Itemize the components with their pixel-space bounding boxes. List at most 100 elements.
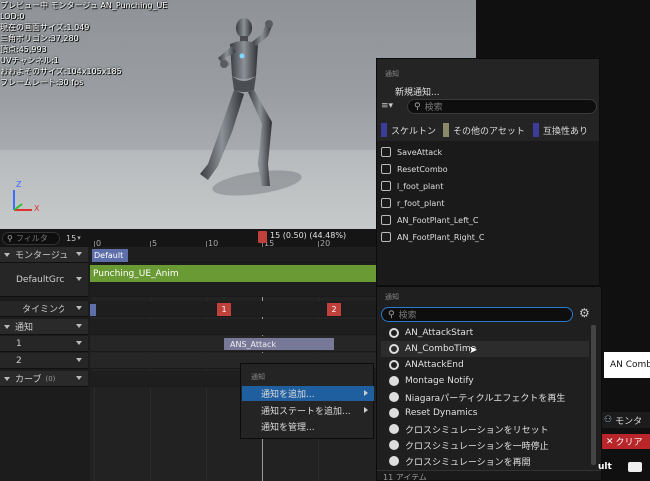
blueprint-notify-icon <box>389 328 399 338</box>
submenu-item[interactable]: Niagaraパーティクルエフェクトを再生 <box>381 389 589 405</box>
notify-list-item[interactable]: SaveAttack <box>381 143 597 161</box>
frame-field[interactable]: 15 <box>66 234 76 243</box>
notify-list-item[interactable]: AN_FootPlant_Right_C <box>381 228 597 246</box>
search-icon: ⚲ <box>388 309 395 320</box>
notify-list-item[interactable]: l_foot_plant <box>381 177 597 195</box>
menu-item-manage-notifies[interactable]: 通知を管理... <box>242 419 374 434</box>
submenu-item[interactable]: AN_ComboTime ➤ <box>381 341 589 357</box>
submenu-item-label: AN_AttackStart <box>405 328 474 338</box>
submenu-item[interactable]: ANAttackEnd <box>381 357 589 373</box>
submenu-item-label: クロスシミュレーションをリセット <box>405 425 549 436</box>
track-label: カーブ <box>15 375 42 385</box>
timing-marker[interactable]: 2 <box>327 303 341 316</box>
filter-other-assets[interactable]: その他のアセット <box>443 123 525 137</box>
submenu-footer: 11 アイテム <box>377 470 601 480</box>
native-notify-icon <box>389 424 399 434</box>
native-notify-icon <box>389 456 399 466</box>
blueprint-notify-icon <box>389 344 399 354</box>
track-options-icon[interactable] <box>76 324 82 328</box>
track-notify-2[interactable]: 2 <box>0 353 88 369</box>
search-placeholder: 検索 <box>424 103 443 113</box>
notify-list-item[interactable]: ResetCombo <box>381 160 597 178</box>
track-curves[interactable]: カーブ (0) <box>0 371 88 387</box>
notify-state-label: ANS_Attack <box>230 339 277 349</box>
notify-item-label: l_foot_plant <box>397 181 444 191</box>
notify-item-label: AN_FootPlant_Left_C <box>397 215 479 225</box>
track-notifies[interactable]: 通知 <box>0 319 88 335</box>
submenu-item-label: クロスシミュレーションを再開 <box>405 457 531 468</box>
track-default-group[interactable]: DefaultGrc <box>0 263 88 297</box>
notify-icon <box>381 164 391 174</box>
clear-button[interactable]: ✕ クリア <box>602 434 650 449</box>
clear-icon: ✕ <box>606 436 614 447</box>
submenu-item[interactable]: Reset Dynamics <box>381 405 589 421</box>
expand-icon[interactable] <box>4 324 10 329</box>
submenu-scrollbar[interactable] <box>591 325 596 465</box>
menu-item-add-notify-state[interactable]: 通知ステートを追加... <box>242 403 374 418</box>
submenu-item[interactable]: クロスシミュレーションを再開 <box>381 453 589 469</box>
expand-icon[interactable] <box>4 376 10 381</box>
frame-field-dropdown-icon[interactable]: ▾ <box>77 234 81 242</box>
notify-icon <box>381 181 391 191</box>
track-label: 1 <box>16 338 22 349</box>
notify-search-input[interactable]: ⚲ 検索 <box>407 99 597 114</box>
blueprint-notify-icon <box>389 360 399 370</box>
track-options-icon[interactable] <box>76 376 82 380</box>
slot-anim-segment[interactable]: Punching_UE_Anim <box>90 265 376 282</box>
track-options-icon[interactable] <box>76 306 82 310</box>
track-notify-1[interactable]: 1 <box>0 336 88 352</box>
submenu-item[interactable]: AN_AttackStart <box>381 325 589 341</box>
menu-item-label: 通知を追加... <box>261 390 315 400</box>
notify-item-label: AN_FootPlant_Right_C <box>397 232 485 242</box>
section-default[interactable]: Default <box>92 249 128 262</box>
new-notify-item[interactable]: 新規通知... <box>395 85 440 98</box>
montage-tab[interactable]: ⚇ モンタ <box>602 412 650 428</box>
filter-compatible[interactable]: 互換性あり <box>533 123 588 137</box>
notify-item-label: ResetCombo <box>397 164 448 174</box>
option-toggle[interactable] <box>627 462 642 472</box>
track-montage[interactable]: モンタージュ <box>0 247 88 263</box>
stat-line: UVチャンネル:1 <box>0 56 59 65</box>
settings-gear-icon[interactable]: ⚙ <box>579 306 590 320</box>
submenu-item[interactable]: クロスシミュレーションを一時停止 <box>381 437 589 453</box>
track-label: 2 <box>16 355 22 366</box>
section-label: Default <box>94 251 124 260</box>
axis-x-label: X <box>34 204 40 213</box>
expand-icon[interactable] <box>4 252 10 257</box>
tooltip-text: AN Combo <box>610 360 650 370</box>
submenu-item[interactable]: クロスシミュレーションをリセット <box>381 421 589 437</box>
filter-options-icon[interactable]: ≡▾ <box>381 101 403 115</box>
submenu-item[interactable]: Montage Notify <box>381 373 589 389</box>
timing-marker-start[interactable] <box>90 304 96 316</box>
submenu-item-label: ANAttackEnd <box>405 360 464 370</box>
track-timing[interactable]: タイミング <box>0 301 88 317</box>
track-filter-input[interactable]: ⚲ フィルタ <box>2 231 60 245</box>
notify-state-bar[interactable]: ANS_Attack <box>224 338 334 350</box>
notify-tooltip: AN Combo <box>604 352 650 378</box>
stat-line: 現在の画面サイズ:1.049 <box>0 23 90 32</box>
track-options-icon[interactable] <box>76 252 82 256</box>
add-notify-submenu: 通知 ⚲ 検索 ⚙ AN_AttackStart AN_ComboTime ➤ … <box>376 286 602 481</box>
stat-line: 頂点:45,993 <box>0 45 47 54</box>
track-filter-placeholder: フィルタ <box>15 233 48 243</box>
persona-editor: プレビュー中 モンタージュ AN_Punching_UE LOD:0 現在の画面… <box>0 0 650 481</box>
stat-line: LOD:0 <box>0 12 25 21</box>
track-context-menu: 通知 通知を追加... 通知ステートを追加... 通知を管理... <box>240 363 374 439</box>
menu-item-add-notify[interactable]: 通知を追加... <box>242 386 374 401</box>
submenu-arrow-icon <box>364 407 368 413</box>
notify-list-item[interactable]: r_foot_plant <box>381 194 597 212</box>
track-options-icon[interactable] <box>76 358 82 362</box>
notify-icon <box>381 147 391 157</box>
track-options-icon[interactable] <box>76 341 82 345</box>
timing-marker[interactable]: 1 <box>217 303 231 316</box>
filter-label: スケルトン <box>391 126 437 137</box>
submenu-search-input[interactable]: ⚲ 検索 <box>381 307 573 322</box>
timeline-panel[interactable]: 0 5 10 15 20 15 (0.50) (44.48%) Default … <box>90 229 376 481</box>
submenu-item-label: Niagaraパーティクルエフェクトを再生 <box>405 393 566 404</box>
notify-list-item[interactable]: AN_FootPlant_Left_C <box>381 211 597 229</box>
playhead-handle[interactable] <box>258 231 267 243</box>
search-placeholder: 検索 <box>398 311 417 321</box>
filter-skeleton[interactable]: スケルトン <box>381 123 436 137</box>
partial-label-row: ult <box>598 460 650 474</box>
track-options-icon[interactable] <box>76 277 82 281</box>
